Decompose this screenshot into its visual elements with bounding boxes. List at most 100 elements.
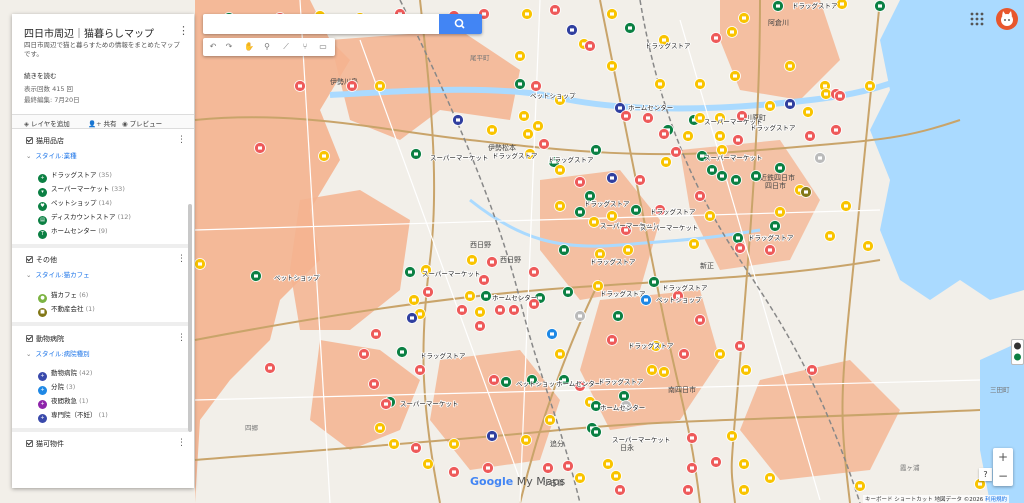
map-pin[interactable]: [408, 294, 420, 306]
avatar[interactable]: [996, 8, 1018, 30]
map-pin[interactable]: [710, 32, 722, 44]
layer-checkbox[interactable]: [26, 335, 33, 342]
layer-options-icon[interactable]: ⋮: [177, 135, 186, 145]
map-pin[interactable]: [802, 106, 814, 118]
map-pin[interactable]: [740, 364, 752, 376]
map-pin[interactable]: [716, 170, 728, 182]
map-pin[interactable]: [646, 364, 658, 376]
map-pin[interactable]: [574, 176, 586, 188]
more-vert-icon[interactable]: ⋮: [178, 24, 189, 37]
map-pin[interactable]: [368, 378, 380, 390]
map-pin[interactable]: [374, 80, 386, 92]
map-pin[interactable]: [414, 364, 426, 376]
layer-options-icon[interactable]: ⋮: [177, 333, 186, 343]
map-pin[interactable]: [840, 200, 852, 212]
zoom-out-button[interactable]: −: [993, 467, 1013, 486]
map-pin[interactable]: [610, 470, 622, 482]
map-pin[interactable]: [522, 128, 534, 140]
map-pin[interactable]: [520, 434, 532, 446]
map-pin[interactable]: [448, 438, 460, 450]
map-pin[interactable]: [824, 230, 836, 242]
map-pin[interactable]: [546, 328, 558, 340]
map-pin[interactable]: [606, 172, 618, 184]
map-pin[interactable]: [606, 8, 618, 20]
map-pin[interactable]: [726, 26, 738, 38]
map-pin[interactable]: [686, 432, 698, 444]
map-pin[interactable]: [726, 430, 738, 442]
map-pin[interactable]: [682, 130, 694, 142]
map-pin[interactable]: [590, 426, 602, 438]
chevron-down-icon[interactable]: ⌄: [26, 350, 31, 358]
map-pin[interactable]: [562, 286, 574, 298]
side-tab[interactable]: [1011, 339, 1024, 365]
map-pin[interactable]: [694, 190, 706, 202]
search-button[interactable]: [439, 14, 482, 34]
chevron-down-icon[interactable]: ⌄: [26, 152, 31, 160]
map-pin[interactable]: [554, 164, 566, 176]
read-more-link[interactable]: 続きを読む: [24, 70, 57, 80]
map-pin[interactable]: [500, 376, 512, 388]
panel-scrollbar[interactable]: [188, 204, 192, 432]
map-pin[interactable]: [784, 98, 796, 110]
legend-item[interactable]: T ホームセンター (9): [38, 225, 108, 239]
map-pin[interactable]: [784, 60, 796, 72]
map-pin[interactable]: [612, 310, 624, 322]
map-pin[interactable]: [820, 88, 832, 100]
legend-item[interactable]: + 専門院（不妊） (1): [38, 409, 108, 423]
directions-icon[interactable]: ⑂: [299, 41, 311, 53]
map-pin[interactable]: [704, 210, 716, 222]
legend-item[interactable]: ▤ ディスカウントストア (12): [38, 211, 131, 225]
search-input[interactable]: [207, 17, 437, 31]
map-pin[interactable]: [602, 458, 614, 470]
map-pin[interactable]: [694, 78, 706, 90]
layer-name[interactable]: 猫可物件: [36, 440, 64, 448]
legend-item[interactable]: ■ 不動産会社 (1): [38, 303, 95, 317]
map-pin[interactable]: [566, 24, 578, 36]
map-pin[interactable]: [452, 114, 464, 126]
map-pin[interactable]: [738, 484, 750, 496]
map-pin[interactable]: [642, 112, 654, 124]
map-pin[interactable]: [464, 290, 476, 302]
map-pin[interactable]: [254, 142, 266, 154]
apps-icon[interactable]: [970, 12, 984, 26]
map-pin[interactable]: [862, 240, 874, 252]
map-pin[interactable]: [554, 348, 566, 360]
layer-header[interactable]: その他: [26, 255, 57, 265]
layer-style-link[interactable]: ⌄ スタイル:業種: [26, 150, 77, 160]
map-pin[interactable]: [518, 110, 530, 122]
map-pin[interactable]: [714, 348, 726, 360]
map-pin[interactable]: [406, 312, 418, 324]
map-pin[interactable]: [514, 50, 526, 62]
map-pin[interactable]: [618, 390, 630, 402]
map-pin[interactable]: [554, 200, 566, 212]
map-pin[interactable]: [764, 100, 776, 112]
map-pin[interactable]: [588, 216, 600, 228]
map-pin[interactable]: [764, 472, 776, 484]
map-pin[interactable]: [864, 80, 876, 92]
help-button[interactable]: ?: [979, 468, 992, 481]
layer-style-link[interactable]: ⌄ スタイル:病院種別: [26, 348, 90, 358]
map-pin[interactable]: [834, 90, 846, 102]
map-pin[interactable]: [474, 320, 486, 332]
map-pin[interactable]: [358, 348, 370, 360]
map-pin[interactable]: [422, 286, 434, 298]
map-pin[interactable]: [448, 466, 460, 478]
map-pin[interactable]: [544, 414, 556, 426]
map-pin[interactable]: [294, 80, 306, 92]
map-pin[interactable]: [670, 146, 682, 158]
preview-button[interactable]: ◉ プレビュー: [122, 118, 162, 128]
map-pin[interactable]: [574, 472, 586, 484]
map-pin[interactable]: [694, 314, 706, 326]
map-pin[interactable]: [874, 0, 886, 12]
map-pin[interactable]: [370, 328, 382, 340]
map-pin[interactable]: [804, 130, 816, 142]
map-pin[interactable]: [396, 346, 408, 358]
map-pin[interactable]: [738, 458, 750, 470]
map-pin[interactable]: [658, 128, 670, 140]
legend-item[interactable]: ▾ スーパーマーケット (33): [38, 183, 125, 197]
map-pin[interactable]: [769, 220, 781, 232]
layer-name[interactable]: 猫用品店: [36, 137, 64, 145]
legend-item[interactable]: ♥ ペットショップ (14): [38, 197, 112, 211]
map-pin[interactable]: [486, 430, 498, 442]
map-pin[interactable]: [620, 110, 632, 122]
